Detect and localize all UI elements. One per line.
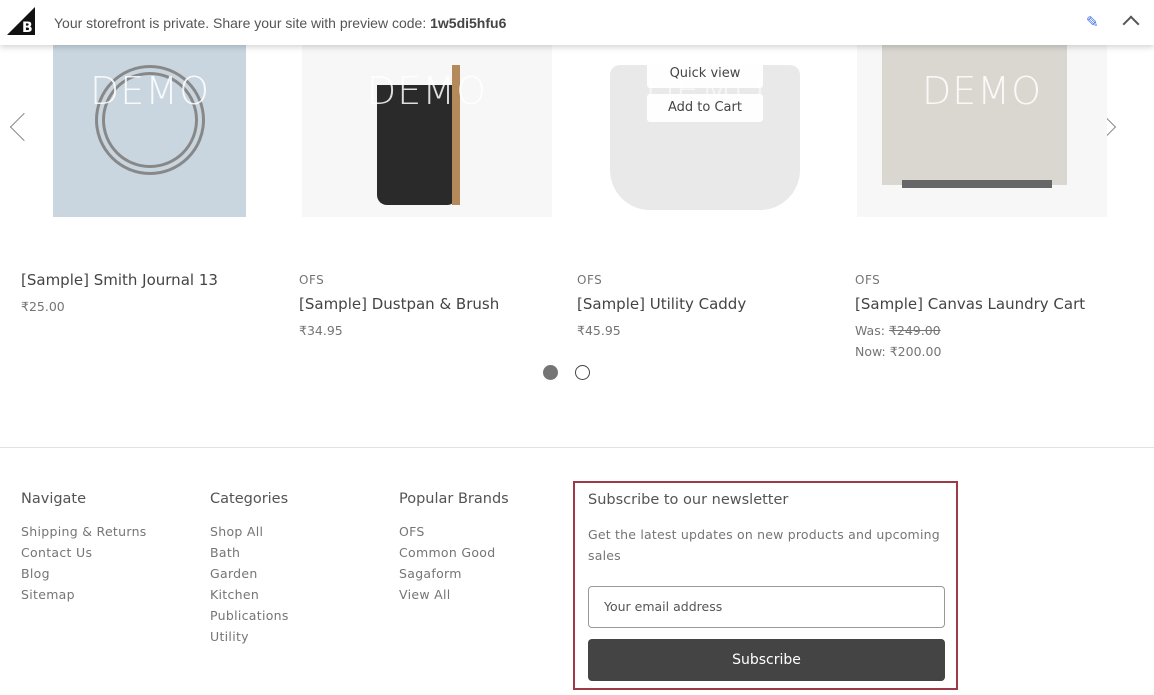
product-was-price: Was: ₹249.00 [855, 323, 941, 338]
footer-link[interactable]: Kitchen [210, 584, 289, 605]
newsletter-box: Subscribe to our newsletter Get the late… [573, 481, 958, 690]
product-brand: OFS [577, 273, 603, 287]
product-price: ₹45.95 [577, 323, 621, 338]
footer-divider [0, 447, 1154, 448]
banner-message-text: Your storefront is private. Share your s… [54, 15, 431, 31]
add-to-cart-button[interactable]: Add to Cart [647, 94, 763, 122]
email-input[interactable]: Your email address [588, 586, 945, 628]
footer-heading: Popular Brands [399, 491, 509, 507]
footer-link[interactable]: Common Good [399, 542, 509, 563]
footer-link[interactable]: Contact Us [21, 542, 147, 563]
carousel-dot-2[interactable] [575, 365, 590, 380]
preview-banner: B Your storefront is private. Share your… [0, 0, 1154, 45]
bigcommerce-logo: B [7, 7, 35, 35]
subscribe-button[interactable]: Subscribe [588, 639, 945, 681]
footer-link[interactable]: OFS [399, 521, 509, 542]
product-image[interactable]: DEMO [857, 45, 1107, 217]
was-label: Was: [855, 323, 889, 338]
product-name[interactable]: [Sample] Canvas Laundry Cart [855, 295, 1085, 313]
product-name[interactable]: [Sample] Utility Caddy [577, 295, 746, 313]
demo-watermark: DEMO [367, 69, 487, 113]
footer-link[interactable]: Sitemap [21, 584, 147, 605]
footer-link[interactable]: Shop All [210, 521, 289, 542]
footer-link[interactable]: Utility [210, 626, 289, 647]
footer-link[interactable]: Sagaform [399, 563, 509, 584]
svg-text:B: B [22, 20, 33, 35]
footer-heading: Categories [210, 491, 289, 507]
pencil-icon[interactable]: ✎ [1086, 13, 1099, 31]
footer-link[interactable]: View All [399, 584, 509, 605]
demo-watermark: DEMO [90, 69, 210, 113]
product-brand: OFS [855, 273, 881, 287]
footer-navigate: Navigate Shipping & Returns Contact Us B… [21, 491, 147, 605]
footer-heading: Navigate [21, 491, 87, 507]
product-name[interactable]: [Sample] Smith Journal 13 [21, 271, 218, 289]
demo-watermark: DEMO [922, 69, 1042, 113]
product-now-price: Now: ₹200.00 [855, 344, 942, 359]
product-name[interactable]: [Sample] Dustpan & Brush [299, 295, 499, 313]
carousel-dot-1[interactable] [543, 365, 558, 380]
preview-code: 1w5di5hfu6 [430, 15, 507, 31]
product-brand: OFS [299, 273, 325, 287]
chevron-up-icon[interactable] [1122, 15, 1140, 33]
product-price: ₹25.00 [21, 299, 65, 314]
footer-link[interactable]: Publications [210, 605, 289, 626]
footer-categories: Categories Shop All Bath Garden Kitchen … [210, 491, 289, 647]
newsletter-heading: Subscribe to our newsletter [588, 492, 789, 508]
quick-view-button[interactable]: Quick view [647, 60, 763, 88]
was-price: ₹249.00 [888, 323, 941, 338]
footer-brands: Popular Brands OFS Common Good Sagaform … [399, 491, 509, 605]
footer-link[interactable]: Garden [210, 563, 289, 584]
product-image[interactable]: DEMO [25, 45, 275, 217]
banner-message: Your storefront is private. Share your s… [54, 15, 506, 31]
footer-link[interactable]: Blog [21, 563, 147, 584]
newsletter-description: Get the latest updates on new products a… [588, 527, 940, 563]
product-image[interactable]: DEMO [302, 45, 552, 217]
footer-link[interactable]: Bath [210, 542, 289, 563]
footer-link[interactable]: Shipping & Returns [21, 521, 147, 542]
product-price: ₹34.95 [299, 323, 343, 338]
